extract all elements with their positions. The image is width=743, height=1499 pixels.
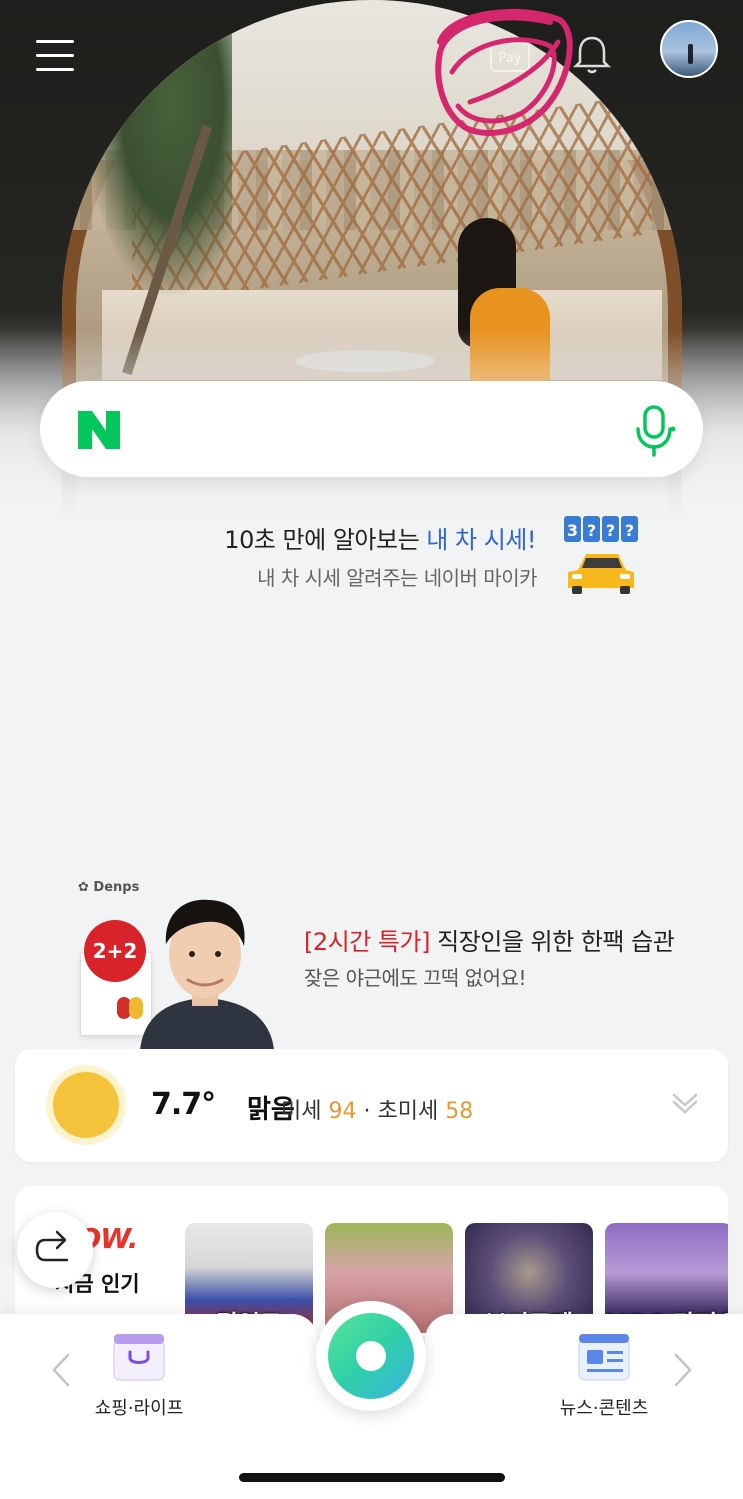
counter-digit: 3 [567,521,578,540]
dust-info: 미세 94 · 초미세 58 [281,1099,474,1124]
counter-digit: ? [606,521,615,540]
chevron-down-icon[interactable] [671,1089,699,1117]
ad-subtitle: 잦은 야근에도 끄떡 없어요! [304,966,527,990]
home-indicator[interactable] [239,1473,505,1482]
ad-title: [2시간 특가] 직장인을 위한 한팩 습관 [304,928,675,956]
car-counter-icon: 3 ? ? ? [564,516,638,594]
share-redirect-icon[interactable] [17,1212,93,1288]
denps-ad-banner[interactable]: ✿ Denps 2+2 [2시간 특가] 직장인을 위한 한팩 습관 잦은 야근… [0,870,743,1050]
nav-news-content-label: 뉴스·콘텐츠 [559,1398,649,1419]
news-icon [578,1334,630,1381]
pay-button[interactable]: Pay [490,38,534,72]
temperature: 7.7° [151,1087,216,1122]
microphone-icon[interactable] [632,403,676,457]
car-promo-subtitle: 내 차 시세 알려주는 네이버 마이카 [257,566,537,590]
pay-label: Pay [490,42,530,72]
ultrafine-dust-value: 58 [445,1099,474,1124]
counter-digit: ? [587,521,596,540]
nav-shopping-life-label: 쇼핑·라이프 [94,1398,184,1419]
chevron-right-icon[interactable] [670,1352,696,1388]
car-promo-title: 10초 만에 알아보는 내 차 시세! [224,526,536,554]
naver-logo-icon [78,411,120,449]
profile-avatar[interactable] [660,20,718,78]
search-input[interactable] [160,409,604,451]
fine-dust-value: 94 [328,1099,357,1124]
ad-title-highlight: [2시간 특가] [304,928,430,956]
weather-card[interactable]: 7.7° 맑음 미세 94 · 초미세 58 [15,1049,728,1162]
shopping-bag-icon [113,1334,165,1381]
sunny-icon [53,1072,119,1138]
nav-news-content[interactable]: 뉴스·콘텐츠 [539,1330,669,1420]
car-promo-title-highlight: 내 차 시세! [426,526,536,554]
search-bar[interactable] [40,381,703,477]
menu-icon[interactable] [36,38,76,74]
bell-icon[interactable] [570,32,614,76]
counter-digit: ? [625,521,634,540]
nav-shopping-life[interactable]: 쇼핑·라이프 [74,1330,204,1420]
green-dot-button[interactable] [316,1301,426,1411]
chevron-left-icon[interactable] [48,1352,74,1388]
model-photo [140,899,274,1050]
